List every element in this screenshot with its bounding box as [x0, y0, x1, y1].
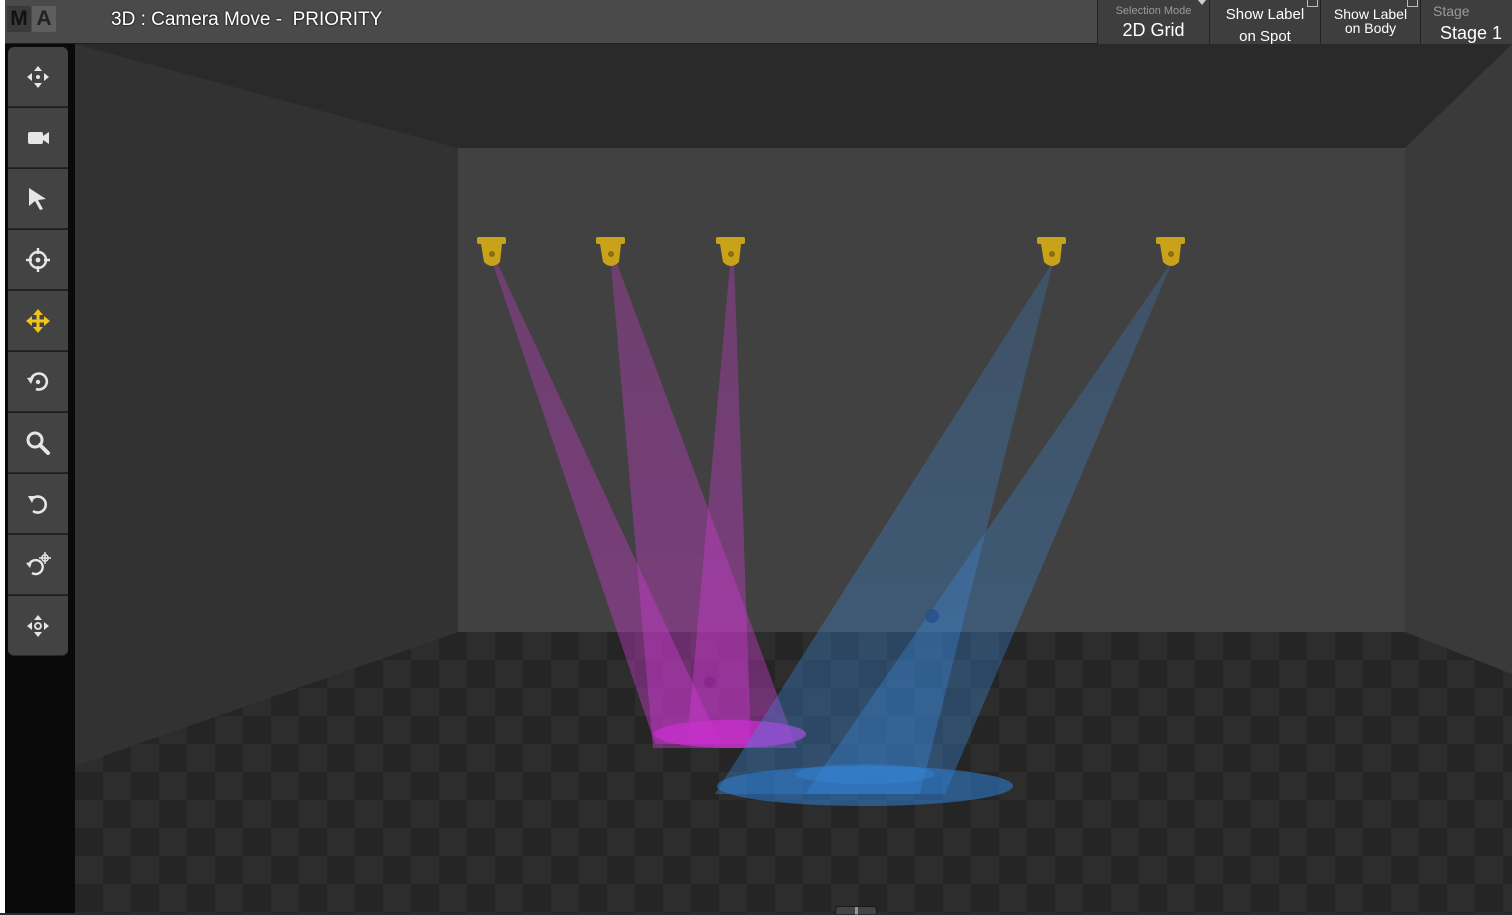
- orbit-tool-button[interactable]: [8, 474, 68, 534]
- title-bar: M A 3D : Camera Move - PRIORITY Selectio…: [5, 0, 1512, 44]
- toggle-indicator-icon: [1407, 0, 1418, 7]
- show-label-body-line2: on Body: [1344, 20, 1397, 36]
- move-all-icon: [27, 65, 49, 88]
- target-tool-button[interactable]: [8, 230, 68, 290]
- ma-logo: M A: [7, 6, 57, 32]
- pan-tool-button[interactable]: [8, 596, 68, 656]
- selection-mode-label: Selection Mode: [1115, 5, 1192, 17]
- camera-tools: [8, 47, 68, 656]
- right-wall: [1405, 44, 1512, 674]
- target-icon: [26, 247, 50, 272]
- show-label-on-body-button[interactable]: Show Label on Body: [1320, 0, 1420, 44]
- camera-tool-button[interactable]: [8, 108, 68, 168]
- zoom-icon: [26, 431, 50, 455]
- stage-label: Stage: [1433, 3, 1470, 19]
- camera-move-icon: [26, 308, 50, 333]
- camera-move-tool-button[interactable]: [8, 291, 68, 351]
- camera-icon: [28, 131, 49, 144]
- show-label-body-line1: Show Label: [1333, 6, 1408, 22]
- pan-icon: [27, 614, 49, 637]
- toggle-indicator-icon: [1307, 0, 1318, 7]
- select-tool-button[interactable]: [8, 169, 68, 229]
- show-label-spot-line2: on Spot: [1239, 28, 1291, 45]
- logo-letter-a: A: [32, 6, 56, 32]
- window-title: 3D : Camera Move - PRIORITY: [111, 9, 383, 30]
- show-label-spot-line1: Show Label: [1225, 6, 1305, 23]
- stage-scene[interactable]: [75, 44, 1512, 913]
- orbit-point-icon: [26, 551, 51, 575]
- selection-mode-button[interactable]: Selection Mode 2D Grid: [1097, 0, 1209, 44]
- dropdown-arrow-icon: [1198, 0, 1206, 5]
- zoom-tool-button[interactable]: [8, 413, 68, 473]
- move-all-tool-button[interactable]: [8, 47, 68, 107]
- stage-value: Stage 1: [1440, 23, 1503, 43]
- select-arrow-icon: [29, 187, 46, 210]
- show-label-on-spot-button[interactable]: Show Label on Spot: [1209, 0, 1320, 44]
- rotate-icon: [27, 371, 49, 391]
- orbit-icon: [28, 494, 48, 514]
- selection-mode-value: 2D Grid: [1122, 20, 1185, 40]
- 3d-viewport[interactable]: [75, 44, 1512, 913]
- logo-letter-m: M: [7, 6, 31, 32]
- rotate-tool-button[interactable]: [8, 352, 68, 412]
- orbit-point-tool-button[interactable]: [8, 535, 68, 595]
- stage-selector-button[interactable]: Stage Stage 1: [1420, 0, 1512, 44]
